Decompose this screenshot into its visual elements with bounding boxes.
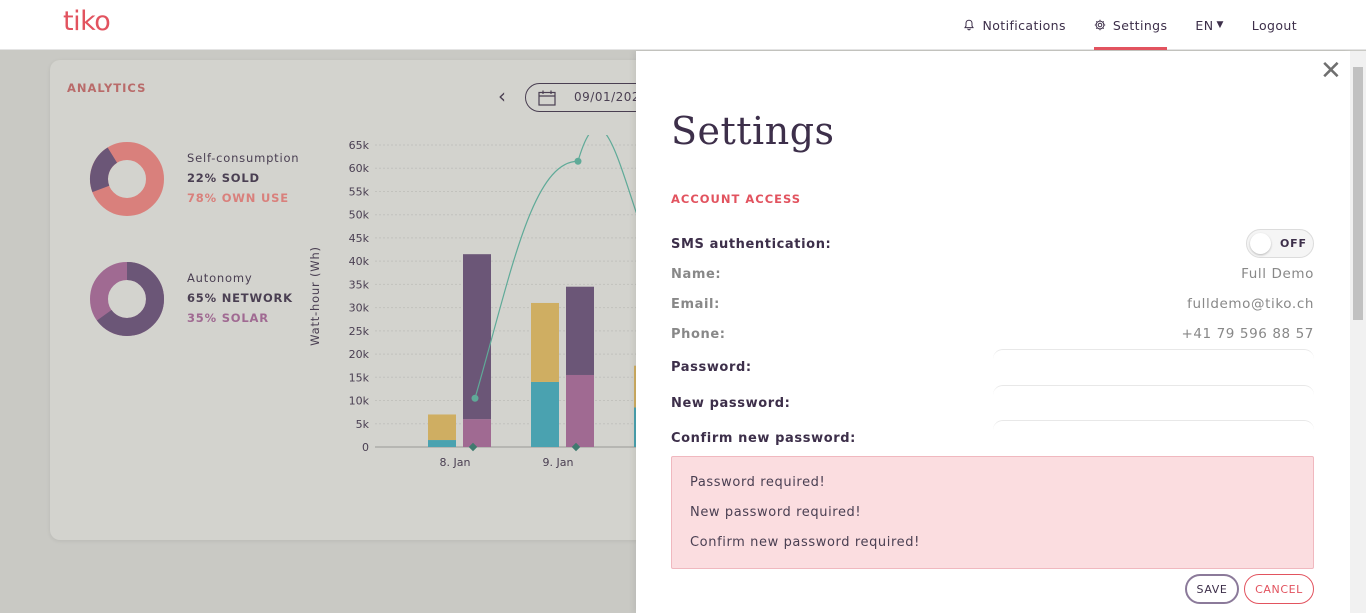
confirm-password-label: Confirm new password: (671, 431, 856, 446)
toggle-knob (1250, 233, 1271, 254)
self-consumption-legend: Self-consumption 22% SOLD 78% OWN USE (187, 148, 299, 208)
nav-settings[interactable]: Settings (1080, 0, 1181, 50)
bar-segment (531, 381, 559, 447)
bell-icon (964, 19, 975, 31)
y-tick-label: 50k (349, 209, 370, 222)
validation-error-alert: Password required! New password required… (671, 456, 1314, 569)
new-password-label: New password: (671, 396, 791, 411)
nav-logout[interactable]: Logout (1238, 0, 1311, 50)
language-dropdown[interactable]: EN ▼ (1181, 0, 1237, 50)
close-icon[interactable]: ✕ (1320, 58, 1342, 84)
settings-title: Settings (671, 109, 835, 153)
sms-auth-label: SMS authentication: (671, 237, 832, 252)
solar-label: 35% SOLAR (187, 311, 269, 325)
line-point (574, 157, 582, 165)
previous-date-button[interactable]: ‹ (498, 86, 506, 106)
sms-auth-toggle[interactable]: OFF (1246, 229, 1314, 258)
new-password-input[interactable] (993, 385, 1314, 415)
y-tick-label: 10k (349, 395, 370, 408)
email-value: fulldemo@tiko.ch (1187, 296, 1314, 312)
y-tick-label: 25k (349, 325, 370, 338)
gear-icon (1094, 19, 1106, 31)
analytics-card: ANALYTICS ‹ 09/01/2021 Self-consumption … (50, 60, 685, 540)
name-value: Full Demo (1241, 266, 1314, 282)
error-new-password-required: New password required! (690, 505, 862, 520)
top-bar: tiko Notifications Settings EN ▼ Logout (0, 0, 1366, 50)
bar-segment (428, 414, 456, 441)
calendar-icon (538, 90, 556, 106)
bar-segment (463, 254, 491, 420)
y-tick-label: 40k (349, 255, 370, 268)
own-use-label: 78% OWN USE (187, 191, 289, 205)
line-point (471, 394, 479, 402)
bar-segment (531, 302, 559, 382)
main-nav: Notifications Settings EN ▼ Logout (949, 0, 1366, 50)
email-label: Email: (671, 297, 720, 312)
error-password-required: Password required! (690, 475, 826, 490)
y-tick-label: 35k (349, 278, 370, 291)
autonomy-donut (88, 260, 166, 342)
scrollbar-thumb[interactable] (1353, 67, 1363, 320)
confirm-password-input[interactable] (993, 420, 1314, 450)
nav-notifications[interactable]: Notifications (949, 0, 1079, 50)
panel-scrollbar[interactable] (1350, 51, 1366, 613)
x-tick-label: 8. Jan (440, 456, 471, 469)
sold-label: 22% SOLD (187, 171, 260, 185)
toggle-state: OFF (1280, 237, 1307, 250)
phone-value: +41 79 596 88 57 (1181, 326, 1314, 342)
y-tick-label: 20k (349, 348, 370, 361)
password-label: Password: (671, 360, 752, 375)
phone-label: Phone: (671, 327, 726, 342)
y-tick-label: 45k (349, 232, 370, 245)
nav-logout-label: Logout (1251, 17, 1297, 33)
x-tick-label: 9. Jan (543, 456, 574, 469)
self-consumption-label: Self-consumption (187, 151, 300, 165)
name-label: Name: (671, 267, 722, 282)
self-consumption-chart (90, 142, 164, 216)
autonomy-legend: Autonomy 65% NETWORK 35% SOLAR (187, 268, 293, 328)
y-tick-label: 55k (349, 185, 370, 198)
account-access-heading: ACCOUNT ACCESS (671, 192, 802, 206)
autonomy-label: Autonomy (187, 271, 253, 285)
error-confirm-password-required: Confirm new password required! (690, 535, 920, 550)
caret-down-icon: ▼ (1216, 20, 1224, 30)
bar-segment (566, 374, 594, 447)
tiko-logo[interactable]: tiko (63, 6, 111, 37)
y-axis-label: Watt-hour (Wh) (308, 246, 322, 346)
y-tick-label: 30k (349, 302, 370, 315)
bar-segment (463, 419, 491, 447)
y-tick-label: 15k (349, 371, 370, 384)
settings-panel: Settings ACCOUNT ACCESS SMS authenticati… (636, 51, 1350, 613)
password-input[interactable] (993, 349, 1314, 379)
analytics-title: ANALYTICS (67, 81, 147, 95)
y-tick-label: 60k (349, 162, 370, 175)
energy-bar-chart: 0 5k 10k 15k 20k 25k 30k 35k 40k 45k 50k 55k 60k 65k W… (308, 135, 675, 469)
bar-segment (428, 440, 456, 447)
cancel-button[interactable]: CANCEL (1244, 574, 1314, 604)
language-label: EN (1195, 17, 1214, 33)
network-label: 65% NETWORK (187, 291, 293, 305)
bar-segment (566, 286, 594, 375)
self-consumption-donut (88, 140, 166, 222)
y-tick-label: 0 (362, 441, 369, 454)
y-tick-label: 5k (356, 418, 370, 431)
autonomy-chart (90, 262, 164, 336)
nav-settings-label: Settings (1112, 17, 1168, 33)
nav-notifications-label: Notifications (982, 17, 1066, 33)
y-tick-label: 65k (349, 139, 370, 152)
save-button[interactable]: SAVE (1185, 574, 1239, 604)
